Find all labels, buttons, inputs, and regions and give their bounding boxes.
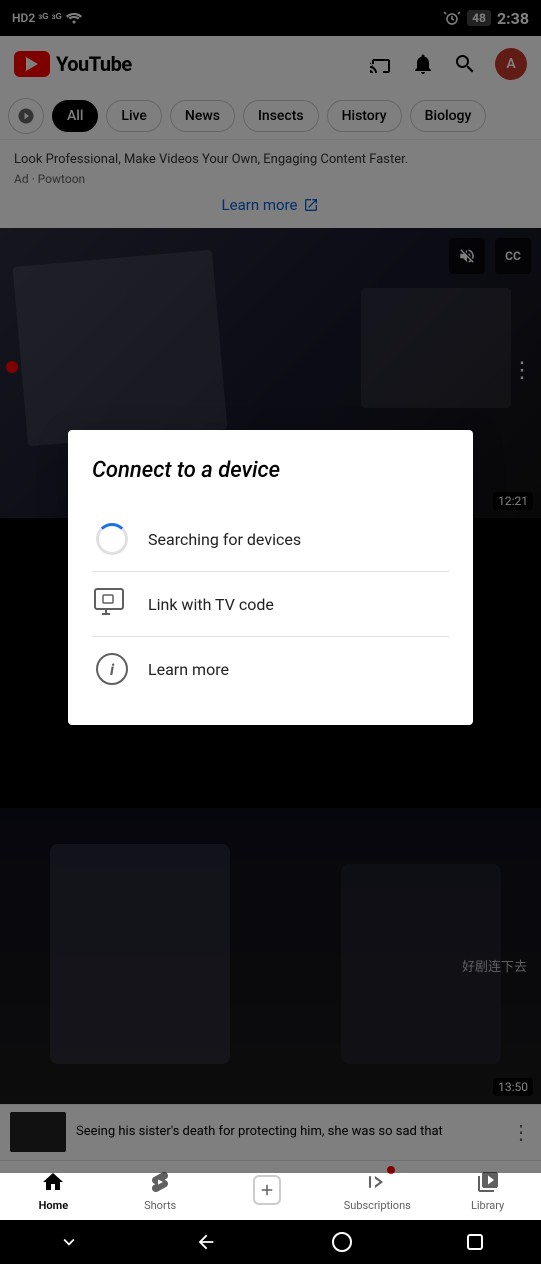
searching-text: Searching for devices [148, 530, 301, 549]
nav-subscriptions[interactable]: Subscriptions [344, 1168, 411, 1212]
nav-home-system[interactable] [332, 1232, 352, 1252]
nav-library[interactable]: Library [458, 1168, 518, 1212]
subscriptions-svg [365, 1170, 389, 1194]
tv-code-icon [94, 588, 130, 620]
home-svg [41, 1170, 65, 1194]
library-svg [476, 1170, 500, 1194]
spinner-icon [96, 523, 128, 555]
info-icon-container: i [92, 649, 132, 689]
spinner-icon-container [92, 519, 132, 559]
home-circle-icon [332, 1232, 352, 1252]
subscriptions-label: Subscriptions [344, 1199, 411, 1212]
tv-code-text: Link with TV code [148, 595, 274, 614]
info-icon: i [96, 653, 128, 685]
nav-chevron-down[interactable] [58, 1231, 80, 1253]
system-nav-bar [0, 1220, 541, 1264]
nav-back[interactable] [195, 1231, 217, 1253]
dialog-title: Connect to a device [92, 458, 449, 483]
nav-recents[interactable] [467, 1234, 483, 1250]
nav-create[interactable] [237, 1176, 297, 1204]
tv-code-item[interactable]: Link with TV code [92, 572, 449, 636]
library-label: Library [471, 1199, 504, 1212]
home-label: Home [39, 1199, 69, 1212]
learn-more-text: Learn more [148, 660, 229, 679]
create-svg [258, 1181, 276, 1199]
recents-icon [467, 1234, 483, 1250]
back-icon [195, 1231, 217, 1253]
nav-home[interactable]: Home [23, 1168, 83, 1212]
create-icon [253, 1176, 281, 1204]
learn-more-item[interactable]: i Learn more [92, 637, 449, 701]
tv-icon-container [92, 584, 132, 624]
shorts-svg [148, 1170, 172, 1194]
nav-shorts[interactable]: Shorts [130, 1168, 190, 1212]
chevron-down-icon [58, 1231, 80, 1253]
connect-device-dialog: Connect to a device Searching for device… [68, 430, 473, 725]
shorts-label: Shorts [144, 1199, 176, 1212]
searching-item[interactable]: Searching for devices [92, 507, 449, 571]
